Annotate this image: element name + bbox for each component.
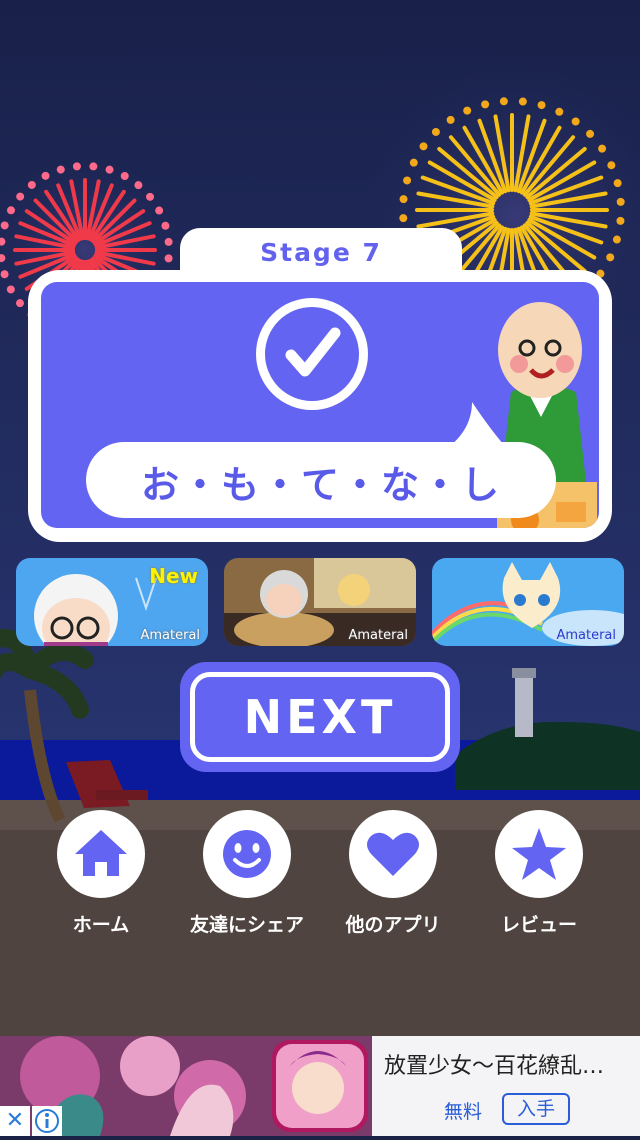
other-apps-button[interactable]	[349, 810, 437, 898]
close-icon[interactable]: ✕	[0, 1106, 30, 1136]
promo-banner-1[interactable]: New Amateral	[16, 558, 208, 646]
promo-banner-3[interactable]: Amateral	[432, 558, 624, 646]
smiley-icon	[223, 830, 271, 878]
promo-banner-2[interactable]: Amateral	[224, 558, 416, 646]
heart-icon	[367, 832, 419, 876]
ad-title[interactable]: 放置少女〜百花繚乱…	[384, 1048, 634, 1080]
share-button[interactable]	[203, 810, 291, 898]
result-message: お・も・て・な・し	[140, 463, 501, 507]
info-icon[interactable]	[32, 1106, 62, 1136]
star-icon	[512, 828, 566, 880]
next-button-frame[interactable]: NEXT	[190, 672, 450, 762]
other-apps-label[interactable]: 他のアプリ	[318, 910, 468, 937]
review-label[interactable]: レビュー	[464, 910, 614, 937]
ad-price: 無料	[444, 1101, 483, 1123]
review-button[interactable]	[495, 810, 583, 898]
checkmark-icon	[256, 298, 368, 410]
home-button[interactable]	[57, 810, 145, 898]
ad-get-button[interactable]: 入手	[502, 1093, 570, 1125]
promo-brand: Amateral	[556, 628, 616, 643]
next-button-label: NEXT	[243, 690, 397, 744]
home-icon	[75, 830, 127, 876]
promo-brand: Amateral	[348, 628, 408, 643]
share-label[interactable]: 友達にシェア	[172, 910, 322, 937]
promo-brand: Amateral	[140, 628, 200, 643]
home-label[interactable]: ホーム	[26, 910, 176, 937]
new-badge: New	[149, 564, 198, 588]
stage-label: Stage 7	[260, 238, 382, 267]
